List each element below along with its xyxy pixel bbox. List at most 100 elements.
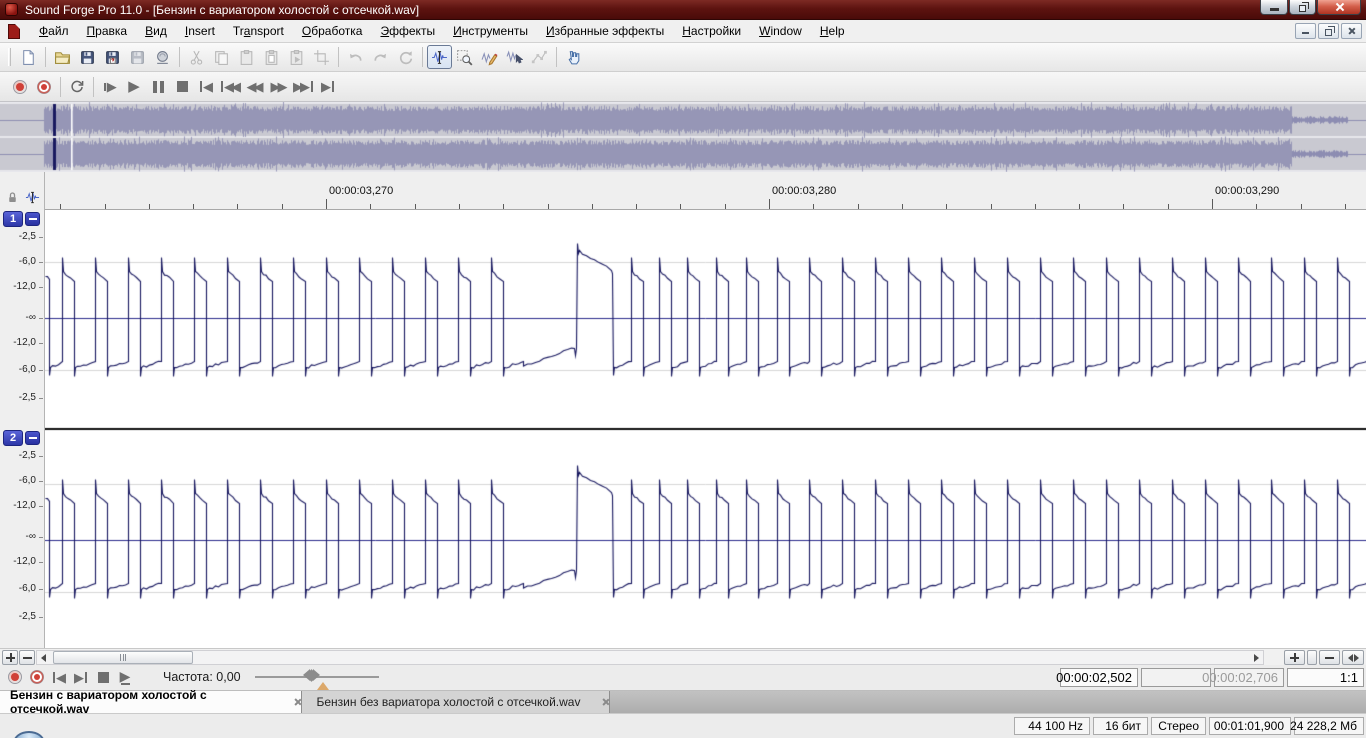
rewind-button[interactable]: ◀◀: [243, 75, 267, 99]
new-file-button[interactable]: [16, 45, 41, 69]
scroll-right-icon[interactable]: [1254, 654, 1259, 662]
menu-item-9[interactable]: Настройки: [673, 21, 750, 41]
document-tab-0[interactable]: Бензин с вариатором холостой с отсечкой.…: [0, 691, 302, 713]
transport-toolbar: ▶▶◀◀◀◀◀▶▶▶▶▶: [0, 72, 1366, 102]
ruler-minor-tick: [548, 204, 549, 209]
db-scale-label: -∞: [26, 312, 36, 323]
magnify-tool-button[interactable]: [452, 45, 477, 69]
go-to-start-button[interactable]: ◀: [48, 667, 70, 687]
document-tab-1[interactable]: Бензин без вариатора холостой с отсечкой…: [302, 691, 610, 713]
status-channel-mode: Стерео: [1151, 717, 1206, 735]
cursor-position-display[interactable]: 00:00:02,502: [1060, 668, 1138, 687]
minimize-button[interactable]: [1260, 0, 1288, 15]
selection-start-display[interactable]: [1141, 668, 1211, 687]
db-scale-tick: [39, 589, 43, 590]
save-as-button[interactable]: [100, 45, 125, 69]
play-all-button[interactable]: ▶: [98, 75, 122, 99]
play-normal-icon: ▶: [120, 669, 131, 685]
minimize-icon: [1270, 8, 1279, 11]
channel-2-minimize-button[interactable]: [25, 431, 40, 445]
selection-end-display[interactable]: 00:00:02,706: [1214, 668, 1284, 687]
open-folder-button[interactable]: [50, 45, 75, 69]
menu-item-6[interactable]: Эффекты: [371, 21, 444, 41]
stop-icon: [177, 81, 188, 92]
time-ruler[interactable]: 00:00:03,27000:00:03,28000:00:03,290: [45, 172, 1366, 210]
record-arm-button[interactable]: [32, 75, 56, 99]
toolbar-grip[interactable]: [8, 48, 11, 66]
overview-bar[interactable]: [0, 102, 1366, 172]
menu-item-8[interactable]: Избранные эффекты: [537, 21, 673, 41]
zoom-fit-button[interactable]: [1342, 650, 1364, 665]
rate-slider-thumb[interactable]: [303, 669, 320, 681]
restore-button[interactable]: [1289, 0, 1316, 15]
record-button[interactable]: [8, 75, 32, 99]
overview-waveform-canvas[interactable]: [0, 102, 1366, 172]
zoom-out-time-button[interactable]: [1319, 650, 1340, 665]
play-button[interactable]: ▶: [122, 75, 146, 99]
ruler-minor-tick: [282, 204, 283, 209]
db-scale-label: -2,5: [19, 392, 36, 403]
help-pointer-button[interactable]: [561, 45, 586, 69]
channel-2-badge[interactable]: 2: [3, 430, 23, 446]
ruler-minor-tick: [636, 204, 637, 209]
record-button[interactable]: [4, 667, 26, 687]
menu-item-0[interactable]: Файл: [30, 21, 78, 41]
zoom-grip[interactable]: [1307, 650, 1317, 665]
pause-button[interactable]: [146, 75, 170, 99]
go-to-end-button[interactable]: ▶: [70, 667, 92, 687]
forward-button[interactable]: ▶▶: [267, 75, 291, 99]
db-scale-tick: [39, 287, 43, 288]
play-normal-button[interactable]: ▶: [114, 667, 136, 687]
channel-1-badge[interactable]: 1: [3, 211, 23, 227]
scrollbar-track[interactable]: [36, 650, 1264, 665]
ruler-minor-tick: [991, 204, 992, 209]
rate-slider[interactable]: [255, 665, 395, 690]
repeat-button: [393, 45, 418, 69]
zoom-in-vertical-button[interactable]: [2, 650, 18, 665]
stop-button[interactable]: [170, 75, 194, 99]
paste-event-icon: [288, 49, 305, 66]
menu-item-2[interactable]: Вид: [136, 21, 176, 41]
doc-close-button[interactable]: [1341, 23, 1362, 39]
menu-item-10[interactable]: Window: [750, 21, 811, 41]
go-to-end-button[interactable]: ▶: [316, 75, 340, 99]
minimize-icon: [1302, 32, 1309, 34]
doc-restore-button[interactable]: [1318, 23, 1339, 39]
db-scale-label: -6,0: [19, 475, 36, 486]
edit-tool-button[interactable]: [427, 45, 452, 69]
toolbar-separator: [60, 77, 61, 97]
loop-playback-button[interactable]: [65, 75, 89, 99]
rewind-all-button[interactable]: ◀◀: [218, 75, 243, 99]
zoom-ratio-display[interactable]: 1:1: [1287, 668, 1364, 687]
play-icon: ▶: [128, 79, 140, 94]
waveform-canvas[interactable]: [45, 210, 1366, 648]
scroll-left-icon[interactable]: [41, 654, 46, 662]
edit-tool-mini-icon[interactable]: [25, 190, 40, 205]
channel-1-minimize-button[interactable]: [25, 212, 40, 226]
menu-item-5[interactable]: Обработка: [293, 21, 372, 41]
windows-start-orb[interactable]: [13, 731, 45, 738]
menu-item-3[interactable]: Insert: [176, 21, 224, 41]
record-arm-button[interactable]: [26, 667, 48, 687]
menu-item-7[interactable]: Инструменты: [444, 21, 537, 41]
zoom-out-vertical-button[interactable]: [19, 650, 35, 665]
scrollbar-thumb[interactable]: [53, 651, 193, 664]
menu-item-1[interactable]: Правка: [78, 21, 137, 41]
render-as-button[interactable]: [150, 45, 175, 69]
zoom-in-time-button[interactable]: [1284, 650, 1305, 665]
ruler-minor-tick: [858, 204, 859, 209]
event-tool-button[interactable]: [502, 45, 527, 69]
stop-button[interactable]: [92, 667, 114, 687]
db-scale-tick: [39, 237, 43, 238]
forward-all-button[interactable]: ▶▶: [291, 75, 316, 99]
doc-minimize-button[interactable]: [1295, 23, 1316, 39]
go-to-start-button[interactable]: ◀: [194, 75, 218, 99]
menu-item-11[interactable]: Help: [811, 21, 854, 41]
close-button[interactable]: [1317, 0, 1361, 15]
save-button[interactable]: [75, 45, 100, 69]
pencil-tool-button[interactable]: [477, 45, 502, 69]
go-to-start-icon: ◀: [52, 671, 66, 684]
menu-item-4[interactable]: Transport: [224, 21, 293, 41]
loop-playback-icon: [69, 79, 85, 95]
mini-transport: ◀ ▶ ▶: [4, 667, 136, 687]
